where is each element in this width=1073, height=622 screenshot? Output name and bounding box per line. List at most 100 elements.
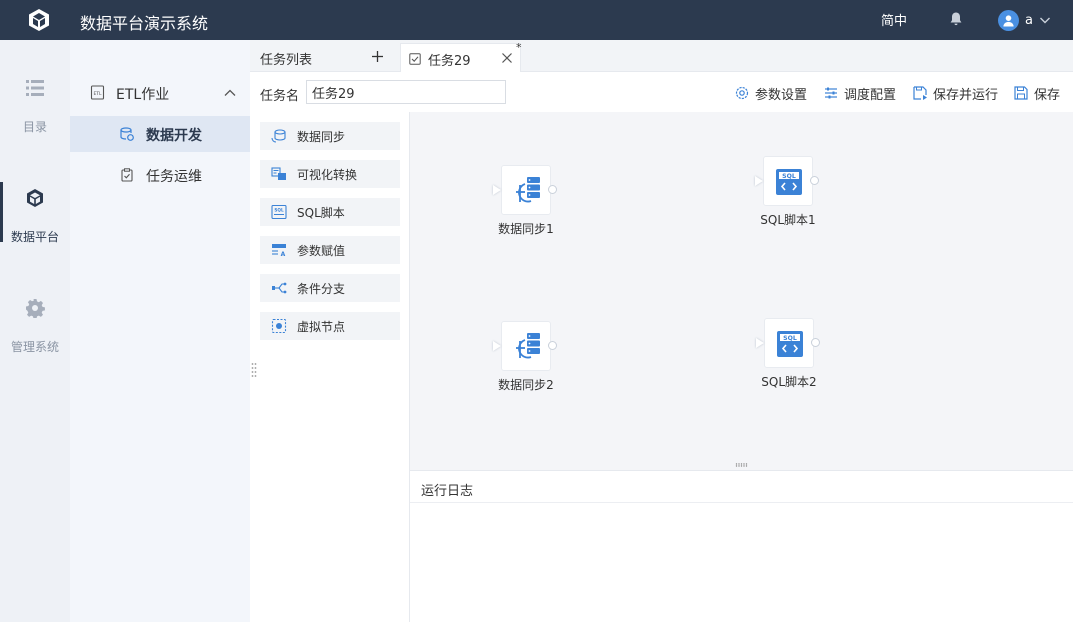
data-sync-node-icon [516,177,540,203]
schedule-config-button[interactable]: 调度配置 [824,84,897,103]
palette-item-param-assign[interactable]: A 参数赋值 [260,236,400,264]
palette-item-visual-transform[interactable]: 可视化转换 [260,160,400,188]
resize-handle-icon[interactable] [735,463,749,467]
rail-item-catalog[interactable]: 目录 [0,78,70,158]
node-output-port[interactable] [548,185,557,194]
node-output-port[interactable] [548,341,557,350]
flow-node-data-sync-2[interactable]: 数据同步2 [493,321,557,392]
button-label: 参数设置 [755,87,808,103]
node-input-port[interactable] [756,338,764,348]
app-title: 数据平台演示系统 [80,14,209,33]
bell-icon[interactable] [948,11,964,27]
palette-item-branch[interactable]: 条件分支 [260,274,400,302]
svg-text:A: A [281,251,286,257]
button-label: 保存 [1034,87,1061,103]
user-name: a [1025,12,1033,28]
sql-node-icon: SQL [777,331,803,357]
database-icon [120,127,134,141]
node-box [501,321,551,371]
chevron-up-icon[interactable] [223,86,237,100]
flow-node-sql-2[interactable]: SQL SQL脚本2 [756,318,820,389]
run-log-title: 运行日志 [421,484,474,499]
node-output-port[interactable] [810,176,819,185]
drag-handle-icon[interactable] [251,362,257,378]
language-switch[interactable]: 简中 [881,10,907,29]
data-sync-node-icon [516,333,540,359]
node-output-port[interactable] [811,338,820,347]
rail-label: 目录 [22,120,47,134]
tab-task29[interactable]: 任务29 * [400,41,522,73]
top-bar: 数据平台演示系统 简中 a [0,0,1073,40]
logo-icon [29,9,49,31]
sql-icon: SQL [271,205,287,219]
palette-item-label: 虚拟节点 [297,320,346,334]
task-name-label: 任务名 [260,89,300,104]
save-button[interactable]: 保存 [1014,84,1061,103]
save-icon [1014,86,1028,100]
button-label: 保存并运行 [933,87,999,103]
save-and-run-button[interactable]: 保存并运行 [913,84,999,103]
node-label: 数据同步1 [498,222,554,236]
avatar [998,9,1019,31]
rail-item-management[interactable]: 管理系统 [0,298,70,378]
param-settings-button[interactable]: 参数设置 [735,84,808,103]
nav-item-data-dev[interactable]: 数据开发 [70,116,250,152]
checkbox-doc-icon [409,53,421,65]
node-input-port[interactable] [755,176,763,186]
branch-icon [272,282,287,294]
settings-icon [735,86,749,100]
sql-node-icon: SQL [776,169,802,195]
visual-transform-icon [271,167,286,180]
cube-icon [27,189,43,207]
node-palette: 数据同步 可视化转换 SQL SQL脚本 A 参数赋值 条件分支 虚拟节点 [250,112,410,622]
nav-group-label: ETL作业 [116,87,170,103]
nav-item-label: 数据开发 [146,128,202,144]
node-input-port[interactable] [493,185,501,195]
list-icon [26,80,44,96]
user-menu[interactable]: a [998,9,1051,31]
run-log-panel: 运行日志 [410,470,1073,622]
tab-task-list[interactable]: 任务列表 [250,40,400,72]
close-icon[interactable] [501,52,513,64]
rail-item-data-platform[interactable]: 数据平台 [0,182,70,268]
palette-item-label: 数据同步 [297,130,346,144]
nav-item-label: 任务运维 [146,169,202,185]
tab-label: 任务29 [428,54,471,69]
nav-group-etl[interactable]: ETL ETL作业 [70,78,250,108]
etl-doc-icon: ETL [90,85,105,100]
side-nav: ETL ETL作业 数据开发 任务运维 [70,40,250,622]
rail-label: 数据平台 [10,230,59,244]
virtual-node-icon [271,319,287,333]
save-run-icon [913,86,927,100]
node-box: SQL [763,156,813,206]
svg-text:SQL: SQL [783,335,797,342]
left-rail: 目录 数据平台 管理系统 [0,40,70,622]
palette-item-label: 参数赋值 [297,244,346,258]
node-label: 数据同步2 [498,378,554,392]
svg-text:ETL: ETL [93,91,102,97]
svg-text:SQL: SQL [274,208,284,213]
button-label: 调度配置 [844,87,897,103]
task-list-label: 任务列表 [260,53,313,68]
palette-item-virtual-node[interactable]: 虚拟节点 [260,312,400,340]
nav-item-task-ops[interactable]: 任务运维 [70,157,250,193]
unsaved-mark: * [516,41,522,54]
palette-item-data-sync[interactable]: 数据同步 [260,122,400,150]
clipboard-check-icon [121,168,133,182]
flow-node-data-sync-1[interactable]: 数据同步1 [493,165,557,236]
task-toolbar: 任务名 参数设置 调度配置 [250,72,1073,112]
palette-item-sql[interactable]: SQL SQL脚本 [260,198,400,226]
divider [410,502,1073,503]
param-assign-icon: A [272,244,286,257]
palette-item-label: SQL脚本 [297,206,345,220]
task-name-input[interactable] [306,80,506,104]
flow-node-sql-1[interactable]: SQL SQL脚本1 [755,156,819,227]
user-icon [1003,14,1014,27]
tab-bar: 任务列表 任务29 * [250,40,1073,73]
flow-canvas[interactable]: 数据同步1 SQL SQL脚本1 数据同步2 SQL SQL脚本2 [410,112,1073,470]
plus-icon[interactable] [371,50,384,63]
node-input-port[interactable] [493,341,501,351]
data-sync-icon [271,129,286,143]
palette-item-label: 条件分支 [297,282,346,296]
node-box: SQL [764,318,814,368]
